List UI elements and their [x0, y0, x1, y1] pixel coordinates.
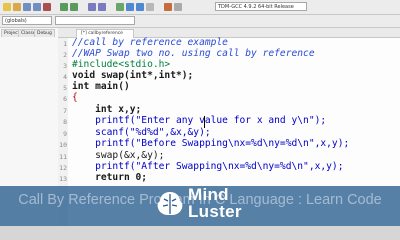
code-line: int x,y; [72, 104, 142, 115]
line-number: 1 [63, 40, 67, 48]
line-number: 9 [63, 130, 67, 138]
line-number: 2 [63, 51, 67, 59]
code-line: scanf("%d%d",&x,&y); [72, 127, 211, 138]
line-number: 7 [63, 107, 67, 115]
debug-icon[interactable] [164, 3, 172, 11]
line-number: 11 [59, 153, 67, 161]
code-line: #include<stdio.h> [72, 59, 171, 70]
code-line: return 0; [72, 172, 148, 183]
compiler-select[interactable]: TDM-GCC 4.9.2 64-bit Release [215, 2, 307, 11]
line-number: 5 [63, 84, 67, 92]
new-file-icon[interactable] [3, 3, 11, 11]
secondary-toolbar: (globals) [0, 15, 400, 28]
tab-debug[interactable]: Debug [34, 29, 55, 37]
replace-icon[interactable] [98, 3, 106, 11]
undo-icon[interactable] [60, 3, 68, 11]
scope-select[interactable]: (globals) [2, 16, 52, 25]
line-number: 8 [63, 118, 67, 126]
rebuild-icon[interactable] [146, 3, 154, 11]
bottom-panel [0, 226, 400, 240]
close-file-icon[interactable] [43, 3, 51, 11]
code-line: printf("Before Swapping\nx=%d\ny=%d\n",x… [72, 138, 350, 149]
open-file-icon[interactable] [13, 3, 21, 11]
code-line: printf("After Swapping\nx=%d\ny=%d\n",x,… [72, 161, 344, 172]
line-number: 13 [59, 175, 67, 183]
save-all-icon[interactable] [33, 3, 41, 11]
line-number: 12 [59, 164, 67, 172]
code-line: //WAP Swap two no. using call by referen… [72, 48, 315, 59]
find-icon[interactable] [88, 3, 96, 11]
redo-icon[interactable] [70, 3, 78, 11]
code-line: swap(&x,&y); [72, 150, 165, 161]
brand-name-line2: Luster [188, 202, 242, 221]
text-cursor [204, 116, 205, 128]
main-toolbar: TDM-GCC 4.9.2 64-bit Release [0, 0, 400, 15]
save-icon[interactable] [23, 3, 31, 11]
code-line: { [72, 92, 78, 103]
code-line: //call by reference example [72, 37, 228, 48]
code-line: void swap(int*,int*); [72, 70, 194, 81]
code-line: int main() [72, 81, 130, 92]
compile-icon[interactable] [116, 3, 124, 11]
line-number: 4 [63, 73, 67, 81]
line-number: 3 [63, 62, 67, 70]
run-icon[interactable] [126, 3, 134, 11]
symbol-select[interactable] [55, 16, 135, 25]
brain-logo-icon [157, 192, 183, 215]
line-number: 6 [63, 95, 67, 103]
profile-icon[interactable] [174, 3, 182, 11]
compile-run-icon[interactable] [136, 3, 144, 11]
code-line: printf("Enter any value for x and y\n"); [72, 115, 327, 126]
line-number: 10 [59, 141, 67, 149]
